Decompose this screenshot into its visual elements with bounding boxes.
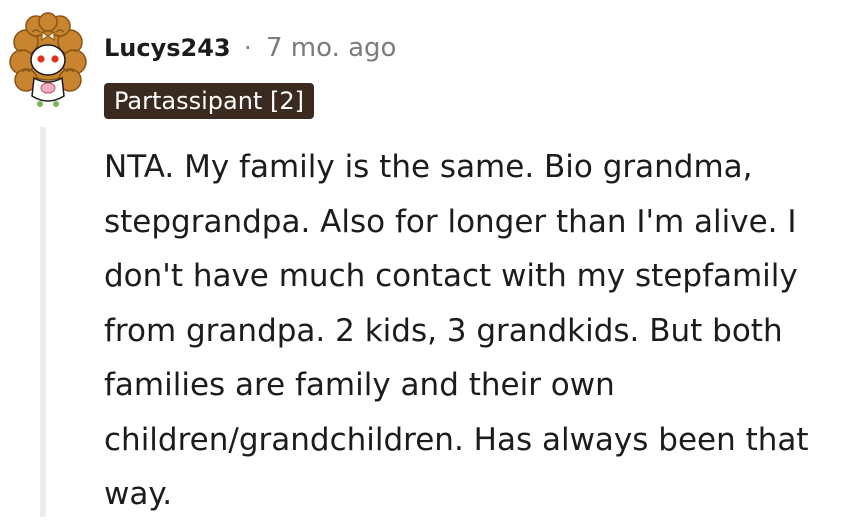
comment-timestamp[interactable]: 7 mo. ago	[266, 28, 396, 68]
meta-separator: ·	[244, 34, 252, 62]
comment-body: NTA. My family is the same. Bio grandma,…	[104, 149, 809, 512]
thread-collapse-line[interactable]	[40, 127, 46, 517]
user-avatar[interactable]	[8, 12, 88, 112]
comment-author-link[interactable]: Lucys243	[104, 28, 231, 68]
user-flair-badge: Partassipant [2]	[104, 83, 314, 119]
snoo-avatar-icon	[9, 12, 87, 107]
